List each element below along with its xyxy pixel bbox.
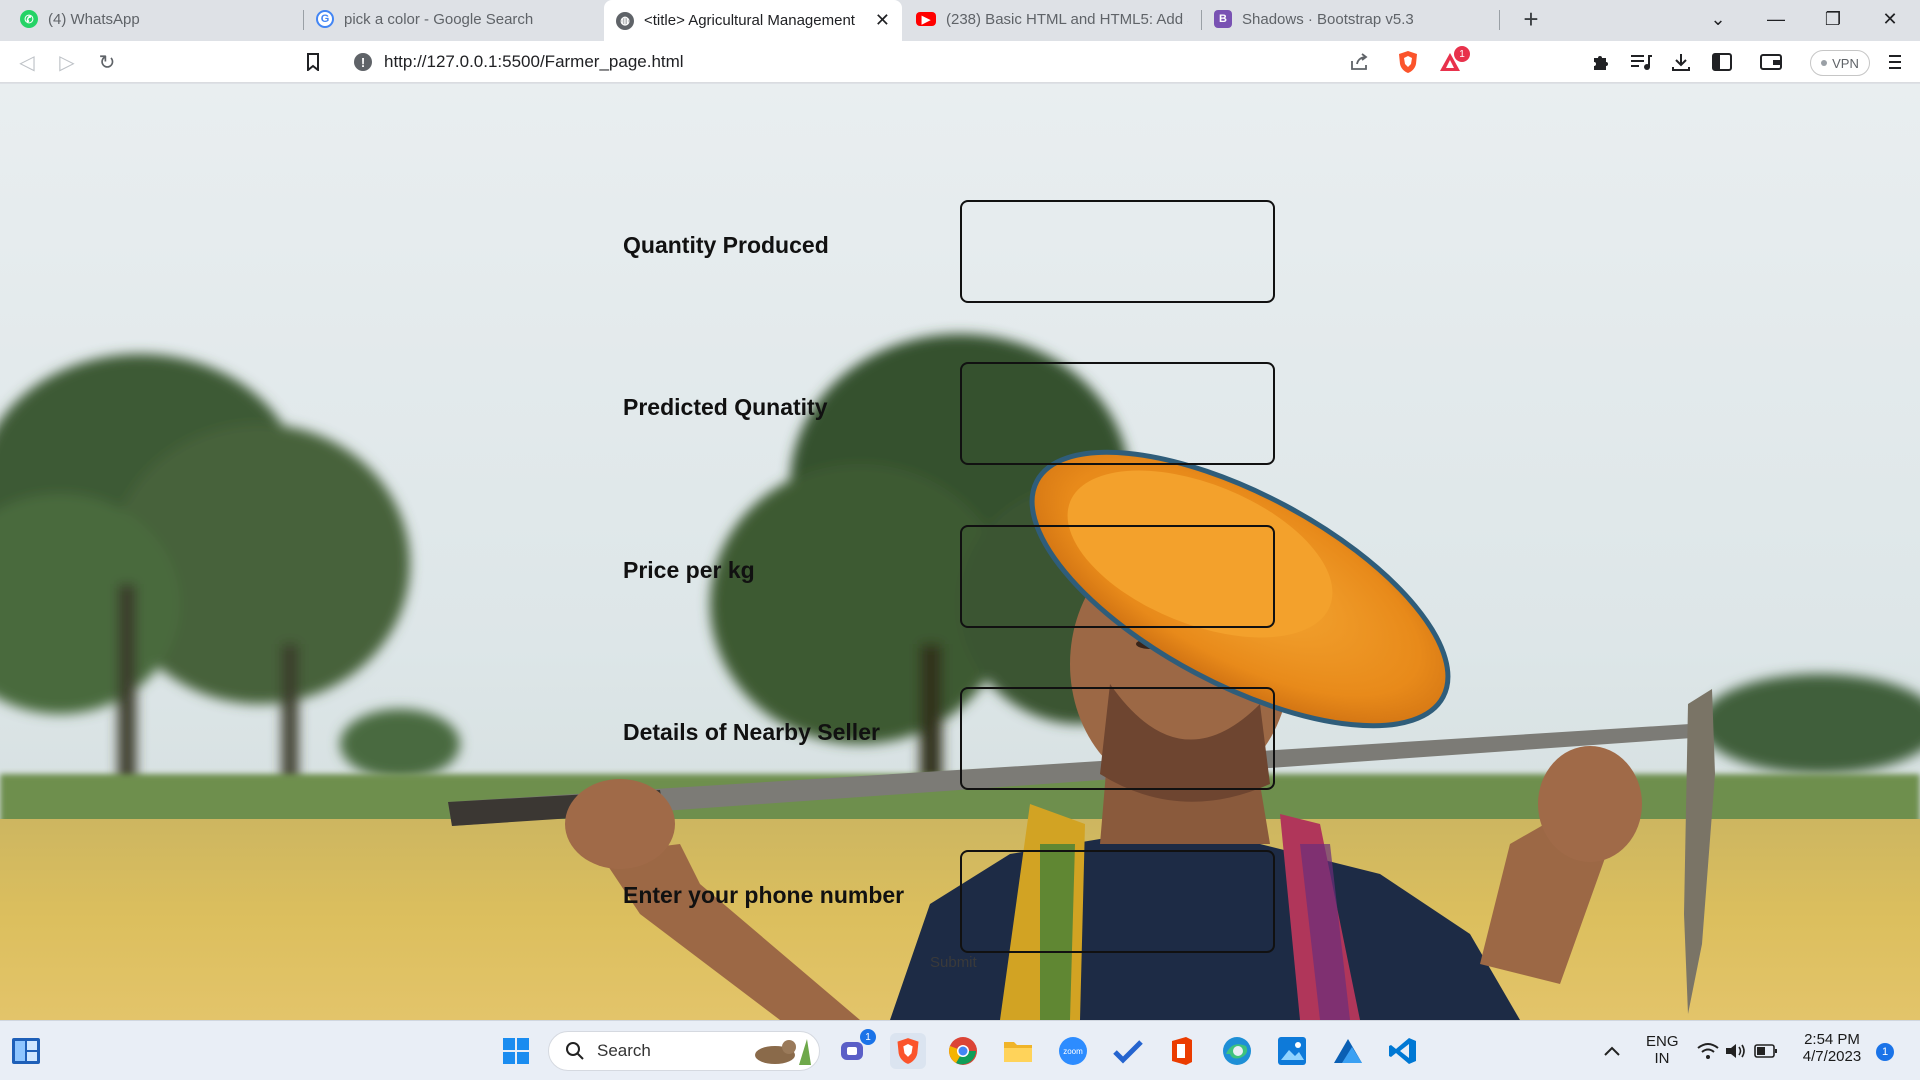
reload-icon[interactable]: ↻	[92, 47, 122, 77]
price-per-kg-label: Price per kg	[623, 557, 755, 583]
address-bar[interactable]: ! http://127.0.0.1:5500/Farmer_page.html	[342, 46, 1472, 78]
submit-button[interactable]: Submit	[930, 954, 977, 971]
clock-date: 4/7/2023	[1802, 1048, 1862, 1065]
forward-icon[interactable]: ▷	[52, 47, 82, 77]
back-icon[interactable]: ◁	[12, 47, 42, 77]
bootstrap-icon: B	[1214, 10, 1232, 28]
chrome-icon[interactable]	[945, 1033, 981, 1069]
brave-rewards-icon[interactable]: 1	[1436, 46, 1470, 77]
vscode-icon[interactable]	[1385, 1033, 1421, 1069]
sidebar-icon[interactable]	[1707, 47, 1737, 77]
predicted-quantity-label: Predicted Qunatity	[623, 394, 828, 420]
tab-whatsapp[interactable]: ✆ (4) WhatsApp	[8, 0, 303, 38]
vpn-status-icon	[1821, 60, 1828, 66]
predicted-quantity-input[interactable]	[960, 362, 1275, 465]
azure-data-studio-icon[interactable]	[1330, 1033, 1366, 1069]
tab-title: (238) Basic HTML and HTML5: Add a S	[946, 10, 1188, 28]
close-tab-icon[interactable]: ✕	[867, 10, 890, 31]
globe-icon: ◍	[616, 11, 634, 30]
browser-toolbar: ◁ ▷ ↻ ! http://127.0.0.1:5500/Farmer_pag…	[0, 41, 1920, 83]
menu-icon[interactable]	[1880, 47, 1910, 77]
search-highlight-icon	[755, 1039, 811, 1065]
tab-agricultural-management[interactable]: ◍ <title> Agricultural Management ✕	[604, 0, 902, 41]
clock-time: 2:54 PM	[1804, 1031, 1860, 1048]
office-icon[interactable]	[1164, 1033, 1200, 1069]
tab-title: <title> Agricultural Management	[644, 12, 855, 29]
minimize-button[interactable]: —	[1748, 0, 1804, 38]
clock[interactable]: 2:54 PM 4/7/2023	[1790, 1031, 1874, 1065]
bookmark-icon[interactable]	[298, 47, 328, 77]
price-per-kg-input[interactable]	[960, 525, 1275, 628]
download-icon[interactable]	[1666, 47, 1696, 77]
tab-search-icon[interactable]: ⌄	[1690, 0, 1746, 38]
page-viewport: Quantity Produced Predicted Qunatity Pri…	[0, 84, 1920, 1020]
edge-icon[interactable]	[1219, 1033, 1255, 1069]
photos-icon[interactable]	[1274, 1033, 1310, 1069]
farmer-form: Quantity Produced Predicted Qunatity Pri…	[0, 84, 1920, 1020]
extensions-icon[interactable]	[1586, 47, 1616, 77]
start-icon[interactable]	[498, 1033, 534, 1069]
quantity-produced-input[interactable]	[960, 200, 1275, 303]
close-window-button[interactable]: ✕	[1862, 0, 1918, 38]
search-icon	[566, 1042, 584, 1060]
tab-title: Shadows · Bootstrap v5.3	[1242, 10, 1414, 28]
rewards-badge: 1	[1454, 46, 1470, 62]
widgets-icon[interactable]	[8, 1033, 44, 1069]
svg-text:zoom: zoom	[1063, 1047, 1083, 1056]
media-playlist-icon[interactable]	[1626, 47, 1656, 77]
nearby-seller-label: Details of Nearby Seller	[623, 719, 880, 745]
language-indicator[interactable]: ENG IN	[1646, 1033, 1679, 1067]
phone-number-label: Enter your phone number	[623, 882, 905, 908]
brave-taskbar-icon[interactable]	[890, 1033, 926, 1069]
wallet-icon[interactable]	[1756, 47, 1786, 77]
google-icon: G	[316, 10, 334, 28]
windows-taskbar: Search 1 zoom ENG IN 2:54 PM 4/7/2023 1	[0, 1020, 1920, 1080]
whatsapp-icon: ✆	[20, 10, 38, 28]
tab-separator	[1499, 10, 1500, 30]
teams-badge: 1	[860, 1029, 876, 1045]
share-icon[interactable]	[1344, 47, 1374, 77]
new-tab-button[interactable]: +	[1516, 4, 1546, 34]
language-line2: IN	[1654, 1050, 1670, 1067]
url-text: http://127.0.0.1:5500/Farmer_page.html	[384, 52, 684, 71]
language-line1: ENG	[1646, 1033, 1679, 1050]
todo-icon[interactable]	[1110, 1033, 1146, 1069]
site-info-icon[interactable]: !	[354, 53, 372, 71]
youtube-icon: ▶	[916, 12, 936, 26]
brave-shields-icon[interactable]	[1393, 47, 1423, 77]
quantity-produced-label: Quantity Produced	[623, 232, 829, 258]
tab-youtube[interactable]: ▶ (238) Basic HTML and HTML5: Add a S	[904, 0, 1200, 38]
tab-strip: ✆ (4) WhatsApp G pick a color - Google S…	[0, 0, 1920, 41]
teams-chat-icon[interactable]: 1	[836, 1029, 876, 1069]
tab-google-search[interactable]: G pick a color - Google Search	[304, 0, 599, 38]
nearby-seller-input[interactable]	[960, 687, 1275, 790]
phone-number-input[interactable]	[960, 850, 1275, 953]
tab-title: (4) WhatsApp	[48, 10, 140, 28]
battery-icon[interactable]	[1748, 1033, 1784, 1069]
restore-button[interactable]: ❐	[1805, 0, 1861, 38]
taskbar-search[interactable]: Search	[548, 1031, 820, 1071]
tab-title: pick a color - Google Search	[344, 10, 534, 28]
vpn-button[interactable]: VPN	[1810, 50, 1870, 76]
tab-bootstrap[interactable]: B Shadows · Bootstrap v5.3	[1202, 0, 1498, 38]
notification-badge[interactable]: 1	[1876, 1043, 1894, 1061]
search-label: Search	[597, 1041, 651, 1060]
zoom-icon[interactable]: zoom	[1055, 1033, 1091, 1069]
show-hidden-icons-icon[interactable]	[1594, 1033, 1630, 1069]
file-explorer-icon[interactable]	[1000, 1033, 1036, 1069]
vpn-label: VPN	[1832, 55, 1859, 71]
